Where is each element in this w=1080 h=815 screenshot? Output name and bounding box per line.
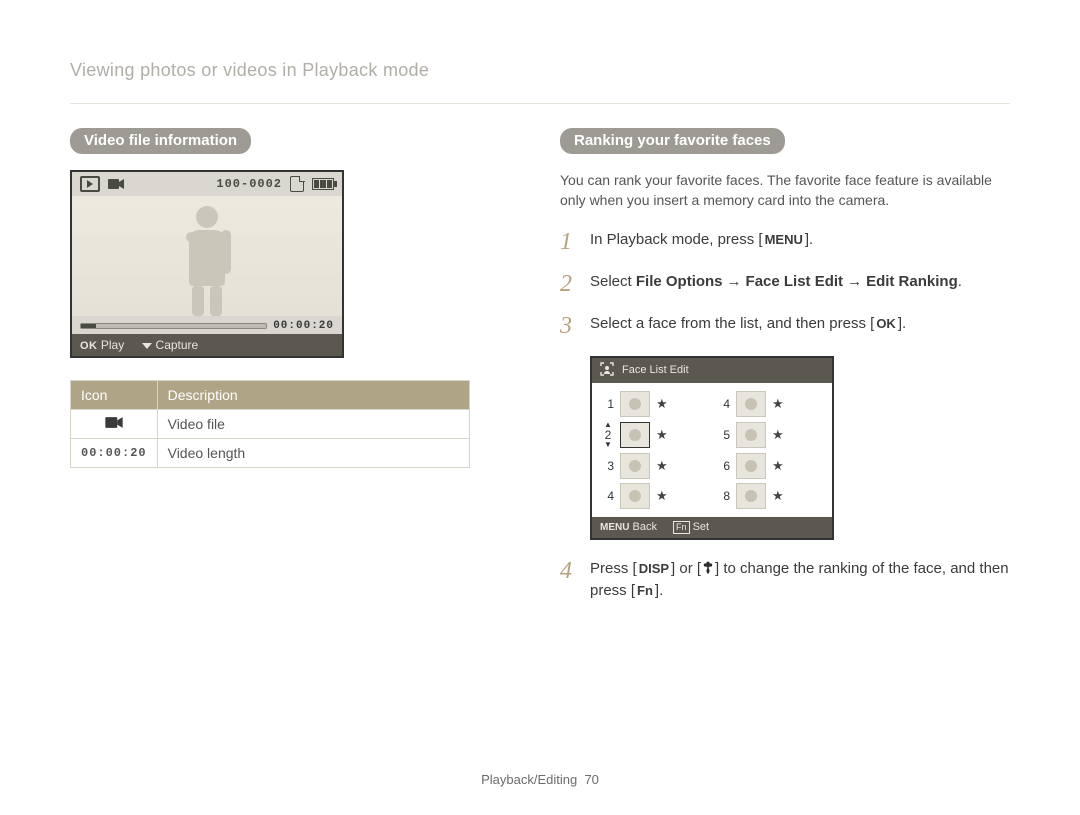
face-row: 1★ [602, 391, 706, 417]
face-row: 5★ [718, 421, 822, 449]
face-thumb [736, 422, 766, 448]
step-number: 4 [560, 558, 578, 603]
face-row: 6★ [718, 453, 822, 479]
face-thumb [736, 453, 766, 479]
file-number: 100-0002 [216, 177, 282, 191]
table-cell-desc: Video file [157, 410, 469, 439]
star-icon: ★ [772, 458, 784, 474]
lcd-set-hint: Fn Set [673, 521, 709, 534]
macro-flower-icon [701, 560, 715, 577]
intro-text: You can rank your favorite faces. The fa… [560, 170, 1010, 211]
lcd-back-hint: MENU Back [600, 521, 657, 533]
page-footer: Playback/Editing 70 [0, 772, 1080, 787]
divider [70, 103, 1010, 104]
table-row: 00:00:20 Video length [71, 439, 470, 468]
face-thumb [620, 483, 650, 509]
section-pill-ranking-faces: Ranking your favorite faces [560, 128, 785, 154]
icon-description-table: Icon Description Video file 00:00:20 Vid… [70, 380, 470, 468]
face-row: 4★ [718, 391, 822, 417]
playback-mode-icon [80, 176, 100, 192]
lcd-ok-hint: OK Play [80, 338, 124, 352]
star-icon: ★ [656, 427, 668, 443]
face-list-title: Face List Edit [622, 364, 689, 376]
video-preview-image [72, 196, 342, 316]
step-number: 2 [560, 271, 578, 297]
down-triangle-icon [142, 343, 152, 349]
star-icon: ★ [656, 458, 668, 474]
table-header-desc: Description [157, 381, 469, 410]
face-row: 4★ [602, 483, 706, 509]
table-cell-desc: Video length [157, 439, 469, 468]
movie-icon [105, 416, 123, 429]
star-icon: ★ [772, 427, 784, 443]
step-text: In Playback mode, press [MENU]. [590, 229, 1010, 255]
breadcrumb: Viewing photos or videos in Playback mod… [70, 60, 1010, 81]
movie-icon [108, 178, 124, 190]
face-thumb [620, 453, 650, 479]
progress-bar [80, 323, 267, 329]
step-number: 3 [560, 313, 578, 339]
fn-button-label: Fn [635, 581, 655, 601]
face-detection-icon [600, 362, 614, 379]
face-thumb [736, 391, 766, 417]
ok-button-label: OK [874, 314, 898, 334]
camera-lcd-face-list: Face List Edit 1★ 4★ ▲2▼★ 5★ 3★ 6★ 4★ 8★… [590, 356, 834, 540]
star-icon: ★ [772, 396, 784, 412]
menu-button-label: MENU [763, 230, 805, 250]
camera-lcd-video: 100-0002 00:00:20 [70, 170, 344, 358]
step-number: 1 [560, 229, 578, 255]
face-thumb [736, 483, 766, 509]
face-row-selected: ▲2▼★ [602, 421, 706, 449]
elapsed-time: 00:00:20 [273, 320, 334, 332]
star-icon: ★ [772, 488, 784, 504]
star-icon: ★ [656, 488, 668, 504]
face-thumb [620, 422, 650, 448]
face-row: 3★ [602, 453, 706, 479]
step-text: Press [DISP] or [] to change the ranking… [590, 558, 1010, 603]
disp-button-label: DISP [637, 559, 671, 579]
step-text: Select File Options→Face List Edit→Edit … [590, 271, 1010, 297]
star-icon: ★ [656, 396, 668, 412]
sd-card-icon [290, 176, 304, 192]
table-row: Video file [71, 410, 470, 439]
face-thumb [620, 391, 650, 417]
face-row: 8★ [718, 483, 822, 509]
silhouette-person [172, 206, 242, 316]
step-text: Select a face from the list, and then pr… [590, 313, 1010, 339]
section-pill-video-info: Video file information [70, 128, 251, 154]
lcd-capture-hint: Capture [142, 338, 198, 352]
time-icon-cell: 00:00:20 [71, 439, 158, 468]
battery-icon [312, 178, 334, 190]
table-header-icon: Icon [71, 381, 158, 410]
